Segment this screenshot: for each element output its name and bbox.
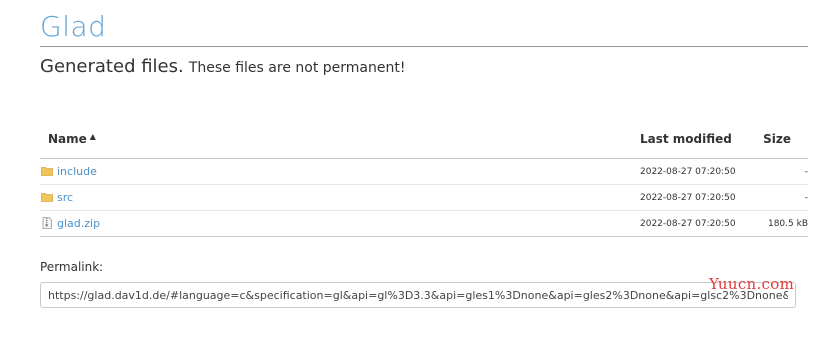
table-header: Name ▲ Last modified Size: [40, 124, 808, 159]
modified-date: 2022-08-27 07:20:50: [640, 193, 736, 203]
table-row: include 2022-08-27 07:20:50 -: [40, 159, 808, 185]
page-subtitle: Generated files. These files are not per…: [40, 56, 405, 77]
modified-date: 2022-08-27 07:20:50: [640, 167, 736, 177]
folder-icon: [41, 167, 53, 176]
file-size: -: [804, 167, 808, 177]
file-size: -: [804, 193, 808, 203]
table-row: src 2022-08-27 07:20:50 -: [40, 185, 808, 211]
sort-ascending-icon: ▲: [89, 132, 96, 141]
file-link-src[interactable]: src: [57, 191, 73, 204]
column-size-header[interactable]: Size: [763, 132, 791, 146]
zip-file-icon: [42, 217, 52, 229]
table-row: glad.zip 2022-08-27 07:20:50 180.5 kB: [40, 211, 808, 237]
title-divider: [40, 46, 808, 47]
folder-icon: [41, 193, 53, 202]
page-title: Glad: [40, 10, 107, 43]
column-modified-header[interactable]: Last modified: [640, 132, 732, 146]
permalink-input[interactable]: [40, 282, 796, 308]
file-table: Name ▲ Last modified Size include 2022-08…: [40, 124, 808, 237]
permalink-label: Permalink:: [40, 260, 104, 274]
column-name-header[interactable]: Name ▲: [48, 132, 96, 146]
watermark: Yuucn.com: [709, 275, 795, 293]
file-link-include[interactable]: include: [57, 165, 97, 178]
subtitle-note: These files are not permanent!: [188, 60, 406, 76]
subtitle-main: Generated files.: [40, 56, 184, 77]
modified-date: 2022-08-27 07:20:50: [640, 219, 736, 229]
file-link-glad-zip[interactable]: glad.zip: [57, 217, 100, 230]
file-size: 180.5 kB: [767, 219, 808, 229]
